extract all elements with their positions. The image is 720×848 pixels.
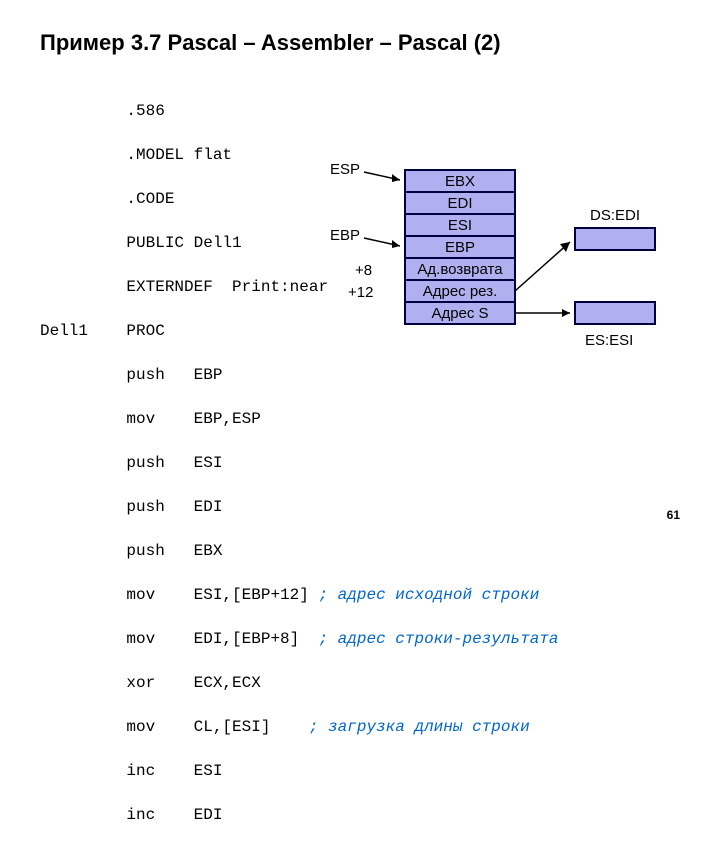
code-line: inc ESI <box>40 760 559 782</box>
stack-cell-label: ESI <box>448 217 472 234</box>
label-dsedi: DS:EDI <box>590 207 640 224</box>
code-line: mov ESI,[EBP+12] ; адрес исходной строки <box>40 584 559 606</box>
stack-cell-label: Адрес S <box>431 305 488 322</box>
stack-cells: EBX EDI ESI EBP Ад.возврата Адрес рез. А… <box>405 170 515 324</box>
stack-cell-label: EBX <box>445 173 475 190</box>
code-line: .586 <box>40 100 559 122</box>
stack-cell-label: EBP <box>445 239 475 256</box>
code-line: push ESI <box>40 452 559 474</box>
stack-cell-label: Адрес рез. <box>423 283 498 300</box>
code-line: inc EDI <box>40 804 559 826</box>
code-line: xor ECX,ECX <box>40 672 559 694</box>
slide-number: 61 <box>667 508 680 522</box>
code-line: mov CL,[ESI] ; загрузка длины строки <box>40 716 559 738</box>
code-line: push EBP <box>40 364 559 386</box>
label-ebp: EBP <box>330 227 360 244</box>
code-line: mov EDI,[EBP+8] ; адрес строки-результат… <box>40 628 559 650</box>
label-plus12: +12 <box>348 284 373 301</box>
label-esesi: ES:ESI <box>585 332 633 349</box>
stack-diagram: EBX EDI ESI EBP Ад.возврата Адрес рез. А… <box>330 160 700 360</box>
label-esp: ESP <box>330 161 360 178</box>
comment: ; адрес исходной строки <box>318 586 539 604</box>
comment: ; загрузка длины строки <box>309 718 530 736</box>
code-line: push EBX <box>40 540 559 562</box>
code-line: push EDI <box>40 496 559 518</box>
label-plus8: +8 <box>355 262 372 279</box>
comment: ; адрес строки-результата <box>318 630 558 648</box>
stack-cell-label: Ад.возврата <box>417 261 503 278</box>
page-title: Пример 3.7 Pascal – Assembler – Pascal (… <box>40 30 501 56</box>
stack-cell-label: EDI <box>447 195 472 212</box>
code-line: mov EBP,ESP <box>40 408 559 430</box>
